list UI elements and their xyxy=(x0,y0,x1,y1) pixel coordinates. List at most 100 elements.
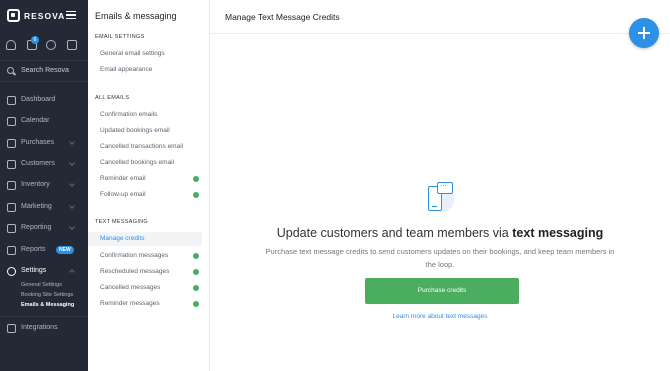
section-heading-text-messaging: TEXT MESSAGING xyxy=(95,219,148,225)
link-label: Confirmation emails xyxy=(100,111,158,118)
link-label: Reminder email xyxy=(100,175,146,182)
main-sidebar: RESOVA 6 Search Resova Dashboard Calenda… xyxy=(0,0,88,371)
quick-actions: 6 xyxy=(0,36,88,56)
calendar-icon xyxy=(7,117,16,126)
chart-line-icon xyxy=(7,246,16,255)
submenu-link-confirmation-emails[interactable]: Confirmation emails xyxy=(88,108,202,122)
enabled-status-dot xyxy=(193,285,199,291)
settings-submenu: Emails & messaging EMAIL SETTINGS Genera… xyxy=(88,0,210,371)
submenu-link-reminder-messages[interactable]: Reminder messages xyxy=(88,297,202,311)
submenu-link-email-appearance[interactable]: Email appearance xyxy=(88,63,202,77)
nav-item-integrations[interactable]: Integrations xyxy=(0,320,88,338)
nav-item-inventory[interactable]: Inventory xyxy=(0,177,88,195)
link-label: Cancelled messages xyxy=(100,284,161,291)
page-title: Manage Text Message Credits xyxy=(225,12,340,22)
dashboard-icon xyxy=(7,96,16,105)
enabled-status-dot xyxy=(193,192,199,198)
link-label: General email settings xyxy=(100,50,165,57)
search-label: Search Resova xyxy=(21,67,69,74)
brand-name: RESOVA xyxy=(24,10,66,21)
submenu-link-cancelled-transactions-email[interactable]: Cancelled transactions email xyxy=(88,140,202,154)
submenu-link-follow-up-email[interactable]: Follow-up email xyxy=(88,188,202,202)
nav-label: Inventory xyxy=(21,181,50,188)
enabled-status-dot xyxy=(193,253,199,259)
submenu-link-cancelled-bookings-email[interactable]: Cancelled bookings email xyxy=(88,156,202,170)
link-label: Follow-up email xyxy=(100,191,146,198)
megaphone-icon xyxy=(7,203,16,212)
nav-item-customers[interactable]: Customers xyxy=(0,156,88,174)
link-label: Manage credits xyxy=(100,235,145,242)
headline-prefix: Update customers and team members via xyxy=(276,226,513,240)
gear-icon xyxy=(7,267,16,276)
cart-icon xyxy=(7,139,16,148)
submenu-link-cancelled-messages[interactable]: Cancelled messages xyxy=(88,281,202,295)
chevron-down-icon xyxy=(69,181,75,187)
submenu-title: Emails & messaging xyxy=(95,11,177,21)
link-label: Rescheduled messages xyxy=(100,268,170,275)
empty-state-headline: Update customers and team members via te… xyxy=(210,226,670,240)
headline-bold: text messaging xyxy=(512,226,604,240)
nav-label: Customers xyxy=(21,160,55,167)
nav-subitem-booking-site-settings[interactable]: Booking Site Settings xyxy=(21,292,73,298)
purchase-credits-button[interactable]: Purchase credits xyxy=(365,278,519,304)
search-icon xyxy=(7,67,14,74)
page-header: Manage Text Message Credits xyxy=(210,0,670,34)
nav-label: Dashboard xyxy=(21,96,56,103)
section-heading-email-settings: EMAIL SETTINGS xyxy=(95,34,145,40)
nav-label: Purchases xyxy=(21,139,55,146)
resova-logo-icon xyxy=(7,9,20,22)
nav-item-settings[interactable]: Settings xyxy=(0,263,88,281)
new-badge: NEW xyxy=(56,246,74,254)
nav-subitem-general-settings[interactable]: General Settings xyxy=(21,282,62,288)
add-button[interactable] xyxy=(629,18,659,48)
submenu-link-updated-bookings-email[interactable]: Updated bookings email xyxy=(88,124,202,138)
text-messaging-illustration xyxy=(426,179,458,214)
submenu-link-rescheduled-messages[interactable]: Rescheduled messages xyxy=(88,265,202,279)
customers-icon xyxy=(7,160,16,169)
submenu-link-reminder-email[interactable]: Reminder email xyxy=(88,172,202,186)
enabled-status-dot xyxy=(193,301,199,307)
nav-label: Calendar xyxy=(21,117,50,124)
search-bar[interactable]: Search Resova xyxy=(0,60,88,82)
enabled-status-dot xyxy=(193,269,199,275)
chevron-up-icon xyxy=(69,269,75,275)
menu-toggle-icon[interactable] xyxy=(66,11,76,19)
chevron-down-icon xyxy=(69,203,75,209)
nav-item-reports[interactable]: Reports NEW xyxy=(0,242,88,260)
link-label: Updated bookings email xyxy=(100,127,170,134)
nav-item-marketing[interactable]: Marketing xyxy=(0,199,88,217)
submenu-link-general-email-settings[interactable]: General email settings xyxy=(88,47,202,61)
bell-icon[interactable] xyxy=(6,40,16,50)
learn-more-link[interactable]: Learn more about text messages xyxy=(210,313,670,320)
nav-subitem-emails-messaging[interactable]: Emails & Messaging xyxy=(21,302,74,308)
link-label: Cancelled bookings email xyxy=(100,159,175,166)
divider xyxy=(0,316,88,317)
link-label: Cancelled transactions email xyxy=(100,143,184,150)
reporting-icon xyxy=(7,224,16,233)
link-label: Confirmation messages xyxy=(100,252,169,259)
enabled-status-dot xyxy=(193,176,199,182)
chevron-down-icon xyxy=(69,224,75,230)
link-label: Reminder messages xyxy=(100,300,160,307)
alarm-icon[interactable] xyxy=(46,40,56,50)
nav-label: Marketing xyxy=(21,203,52,210)
submenu-link-confirmation-messages[interactable]: Confirmation messages xyxy=(88,249,202,263)
main-content: Manage Text Message Credits Update custo… xyxy=(210,0,670,371)
chat-bubble-icon xyxy=(437,179,453,194)
section-heading-all-emails: ALL EMAILS xyxy=(95,95,130,101)
submenu-link-manage-credits[interactable]: Manage credits xyxy=(88,232,202,246)
empty-state-description: Purchase text message credits to send cu… xyxy=(265,247,615,269)
nav-item-purchases[interactable]: Purchases xyxy=(0,135,88,153)
nav-label: Integrations xyxy=(21,324,58,331)
chevron-down-icon xyxy=(69,160,75,166)
link-label: Email appearance xyxy=(100,66,153,73)
chevron-down-icon xyxy=(69,139,75,145)
nav-item-dashboard[interactable]: Dashboard xyxy=(0,92,88,110)
nav-item-calendar[interactable]: Calendar xyxy=(0,113,88,131)
nav-label: Settings xyxy=(21,267,47,274)
register-icon[interactable] xyxy=(67,40,77,50)
nav-item-reporting[interactable]: Reporting xyxy=(0,220,88,238)
inventory-icon xyxy=(7,181,16,190)
brand[interactable]: RESOVA xyxy=(7,9,65,22)
notification-count-badge: 6 xyxy=(31,36,39,44)
